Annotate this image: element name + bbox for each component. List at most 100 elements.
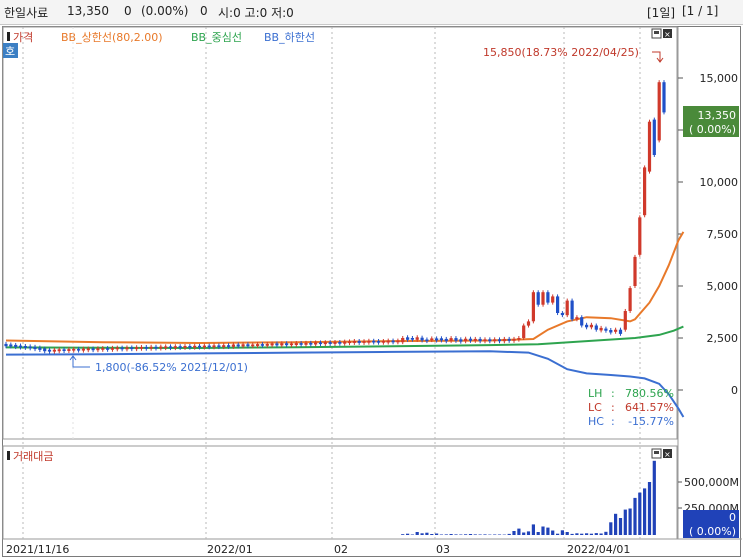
volume-bar [643,488,647,535]
candle [130,347,134,350]
candle [270,343,274,346]
price-plot-area [2,26,678,440]
candle [309,342,313,345]
candle [314,342,318,345]
volume-bar [633,497,637,535]
candle [609,330,613,333]
candle [77,348,81,351]
candle [551,296,555,303]
svg-text::: : [611,401,615,414]
candle [256,344,260,346]
candle [106,348,110,350]
volume-bar [580,533,584,535]
volume-bar [536,532,540,535]
candle [599,327,603,331]
candle [86,348,90,351]
svg-text::: : [611,387,615,400]
candle [173,346,177,349]
candle [367,340,371,343]
candle [396,340,400,343]
volume-bar [459,534,463,535]
candle [144,347,148,349]
stat-hc-value: -15.77% [628,415,674,428]
volume-bar [546,527,550,535]
candle [652,119,656,155]
candle [657,82,661,141]
candle [623,311,627,330]
y-tick-label: 15,000 [700,72,739,85]
volume-bar [483,534,487,535]
candle [139,347,144,349]
candle [357,341,361,343]
candle [343,341,347,344]
volume-bar [449,534,453,535]
candle [643,167,647,216]
volume-bar [497,534,502,535]
chart-canvas[interactable]: 가격 BB_상한선(80,2.00) BB_중심선 BB_하한선 호 × × 거… [0,0,743,559]
candle [38,347,42,350]
candle [546,292,550,303]
volume-bar [473,534,477,535]
candle [473,338,477,341]
candle [304,342,308,345]
volume-bar [618,518,623,535]
candle [178,346,182,348]
x-label-2022-01: 2022/01 [207,543,253,556]
candle [614,329,618,332]
candle [580,317,584,326]
candle [633,256,637,286]
volume-bar [585,533,589,535]
stat-lc-label: LC [588,401,602,414]
svg-text::: : [611,415,615,428]
volume-bar [425,532,429,535]
volume-bar [430,534,434,535]
current-price-label: 13,350 [698,109,737,122]
candle [101,348,105,350]
candle [435,338,439,341]
candle [464,338,468,342]
candle [647,121,652,172]
candle [328,342,332,344]
candle [202,345,206,348]
candle [531,292,535,322]
volume-bar [614,513,618,535]
x-label-03: 03 [436,543,450,556]
volume-bar [628,508,632,535]
volume-bar [541,526,545,535]
candle [536,292,540,305]
volume-plot-area [2,445,678,540]
volume-bar [468,534,473,535]
volume-bar [444,534,448,535]
candle [275,343,279,346]
candle [67,349,71,351]
candle [585,324,589,328]
candle [454,338,458,341]
price-candles [4,80,666,354]
candle [241,344,245,347]
candle [125,347,129,350]
candle [468,338,473,341]
candle [604,328,608,331]
candle [33,346,37,350]
volume-bar [415,532,419,535]
candle [362,341,366,343]
candle [96,348,100,351]
x-label-2022-04-01: 2022/04/01 [567,543,630,556]
candle [376,341,381,343]
candle [522,325,526,338]
candle [251,344,255,347]
volume-bar [517,528,521,535]
candle [246,344,250,347]
volume-bar [638,492,642,535]
candle [231,344,235,347]
volume-bar [478,534,482,535]
volume-bar [570,533,574,535]
volume-bar [507,533,511,535]
candle [149,346,153,349]
x-gridlines [22,27,641,539]
candle [638,217,642,255]
candle [439,338,443,341]
low-annotation-arrow [72,356,90,368]
candle [415,337,419,340]
candle [168,346,173,349]
